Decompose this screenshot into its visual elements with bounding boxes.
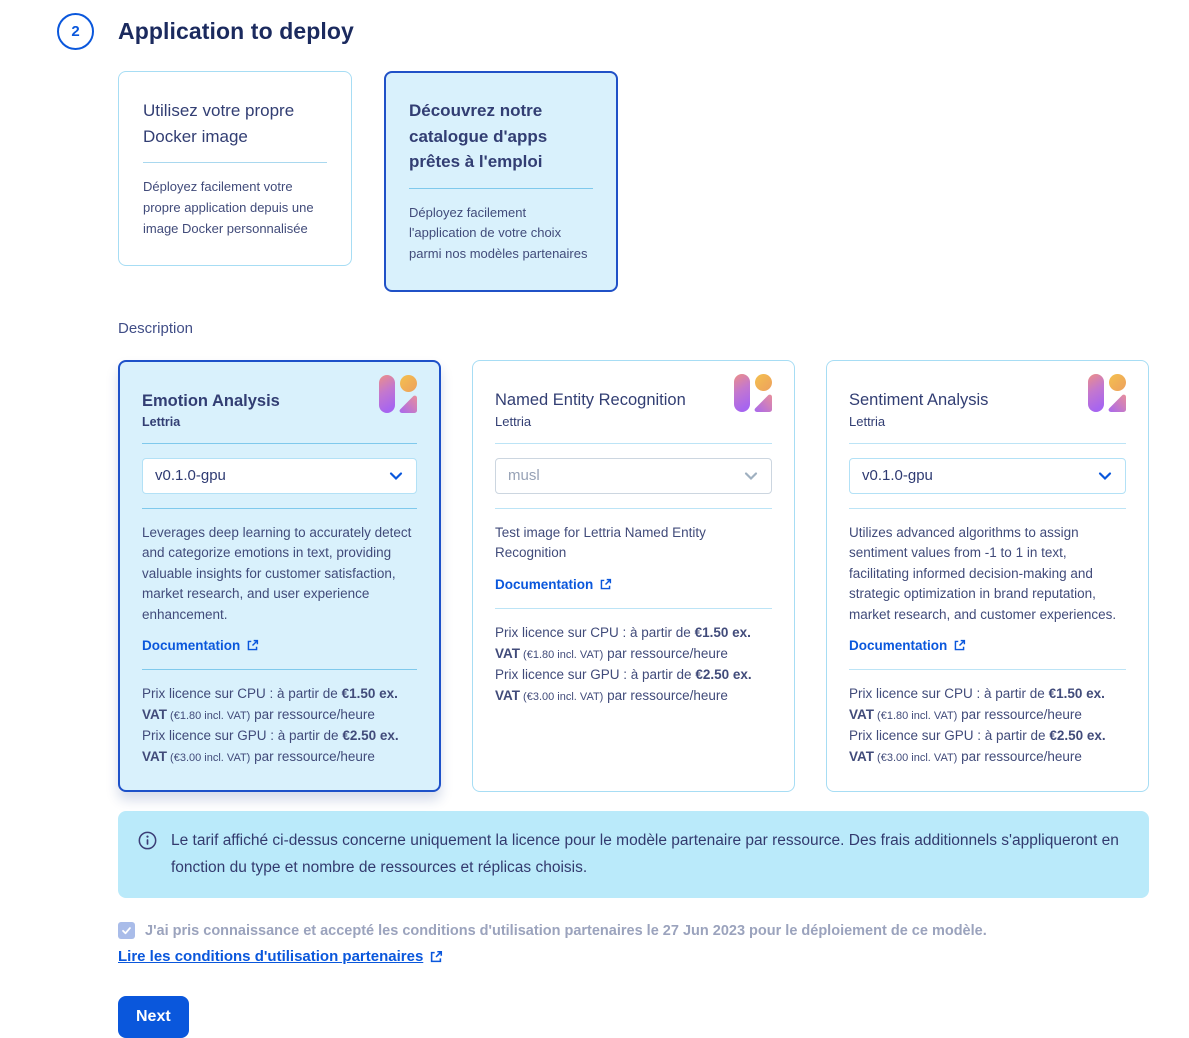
description-label: Description: [118, 320, 1149, 337]
chevron-down-icon: [1097, 468, 1113, 484]
lettria-logo-icon: [1088, 374, 1126, 412]
version-select-value: musl: [508, 467, 540, 484]
chevron-down-icon: [743, 468, 759, 484]
app-card-emotion-analysis[interactable]: Emotion Analysis Lettria v0.1.0-gpu Leve…: [118, 360, 441, 792]
external-link-icon: [246, 639, 259, 652]
external-link-icon: [429, 950, 443, 964]
documentation-link[interactable]: Documentation: [849, 638, 966, 653]
pricing-line-cpu: Prix licence sur CPU : à partir de €1.50…: [142, 684, 417, 726]
version-select[interactable]: v0.1.0-gpu: [849, 458, 1126, 494]
step-number-badge: 2: [57, 13, 94, 50]
pricing-block: Prix licence sur CPU : à partir de €1.50…: [849, 684, 1126, 768]
divider: [142, 443, 417, 444]
deployment-type-options: Utilisez votre propre Docker image Déplo…: [118, 71, 1149, 292]
divider: [142, 669, 417, 670]
pricing-info-text: Le tarif affiché ci-dessus concerne uniq…: [171, 828, 1121, 881]
app-description: Test image for Lettria Named Entity Reco…: [495, 523, 772, 564]
divider: [849, 508, 1126, 509]
app-title: Sentiment Analysis: [849, 383, 988, 410]
version-select[interactable]: v0.1.0-gpu: [142, 458, 417, 494]
app-vendor: Lettria: [849, 414, 988, 429]
terms-link[interactable]: Lire les conditions d'utilisation parten…: [118, 948, 443, 965]
version-select-value: v0.1.0-gpu: [862, 467, 933, 484]
app-vendor: Lettria: [142, 415, 280, 429]
app-title: Named Entity Recognition: [495, 383, 686, 410]
option-card-docker-image[interactable]: Utilisez votre propre Docker image Déplo…: [118, 71, 352, 266]
divider: [495, 508, 772, 509]
terms-checkbox[interactable]: [118, 922, 135, 939]
divider: [409, 188, 593, 189]
pricing-block: Prix licence sur CPU : à partir de €1.50…: [495, 623, 772, 707]
divider: [849, 669, 1126, 670]
info-icon: [138, 831, 157, 850]
app-description: Leverages deep learning to accurately de…: [142, 523, 417, 626]
pricing-line-cpu: Prix licence sur CPU : à partir de €1.50…: [495, 623, 772, 665]
pricing-line-gpu: Prix licence sur GPU : à partir de €2.50…: [495, 665, 772, 707]
option-description: Déployez facilement votre propre applica…: [143, 177, 327, 239]
next-button[interactable]: Next: [118, 996, 189, 1038]
check-icon: [121, 925, 132, 936]
pricing-line-cpu: Prix licence sur CPU : à partir de €1.50…: [849, 684, 1126, 726]
divider: [142, 508, 417, 509]
chevron-down-icon: [388, 468, 404, 484]
divider: [495, 443, 772, 444]
option-title: Utilisez votre propre Docker image: [143, 98, 327, 149]
pricing-line-gpu: Prix licence sur GPU : à partir de €2.50…: [142, 726, 417, 768]
documentation-link-label: Documentation: [142, 638, 240, 653]
option-title: Découvrez notre catalogue d'apps prêtes …: [409, 98, 593, 175]
external-link-icon: [599, 578, 612, 591]
version-select-value: v0.1.0-gpu: [155, 467, 226, 484]
external-link-icon: [953, 639, 966, 652]
option-card-app-catalog[interactable]: Découvrez notre catalogue d'apps prêtes …: [384, 71, 618, 292]
lettria-logo-icon: [379, 375, 417, 413]
terms-section: J'ai pris connaissance et accepté les co…: [118, 920, 1149, 966]
documentation-link-label: Documentation: [849, 638, 947, 653]
pricing-block: Prix licence sur CPU : à partir de €1.50…: [142, 684, 417, 768]
terms-checkbox-label: J'ai pris connaissance et accepté les co…: [145, 920, 987, 943]
step-number: 2: [71, 23, 79, 40]
lettria-logo-icon: [734, 374, 772, 412]
step-header: 2 Application to deploy: [57, 13, 1189, 50]
app-description: Utilizes advanced algorithms to assign s…: [849, 523, 1126, 626]
option-description: Déployez facilement l'application de vot…: [409, 203, 593, 265]
app-card-named-entity-recognition[interactable]: Named Entity Recognition Lettria musl Te…: [472, 360, 795, 792]
version-select[interactable]: musl: [495, 458, 772, 494]
app-catalog-cards: Emotion Analysis Lettria v0.1.0-gpu Leve…: [118, 360, 1149, 792]
divider: [143, 162, 327, 163]
divider: [849, 443, 1126, 444]
pricing-info-banner: Le tarif affiché ci-dessus concerne uniq…: [118, 811, 1149, 898]
divider: [495, 608, 772, 609]
documentation-link[interactable]: Documentation: [142, 638, 259, 653]
page-title: Application to deploy: [118, 18, 354, 45]
documentation-link-label: Documentation: [495, 577, 593, 592]
documentation-link[interactable]: Documentation: [495, 577, 612, 592]
app-title: Emotion Analysis: [142, 384, 280, 411]
pricing-line-gpu: Prix licence sur GPU : à partir de €2.50…: [849, 726, 1126, 768]
app-card-sentiment-analysis[interactable]: Sentiment Analysis Lettria v0.1.0-gpu Ut…: [826, 360, 1149, 792]
app-vendor: Lettria: [495, 414, 686, 429]
terms-link-label: Lire les conditions d'utilisation parten…: [118, 948, 423, 965]
